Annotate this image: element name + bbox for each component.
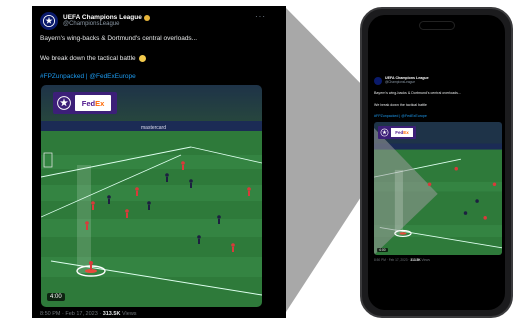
phone-notch (418, 21, 455, 30)
phone-screen: UEFA Champions League @ChampionsLeague B… (368, 15, 505, 310)
avatar[interactable] (374, 77, 382, 85)
starball-icon (57, 96, 71, 110)
sponsor-badge: Fed Ex (53, 92, 117, 114)
pitch-image (374, 122, 502, 255)
tweet-text-line1: Bayern's wing-backs & Dortmund's central… (40, 35, 198, 42)
starball-icon (380, 128, 389, 137)
tweet-hashtags[interactable]: #FPZunpacked | @FedExEurope (40, 73, 136, 80)
pitch-image: mastercard (41, 85, 262, 307)
starball-icon (42, 14, 56, 28)
tweet-text-line2: We break down the tactical battle (374, 103, 427, 107)
video-timer: 4:00 (377, 248, 388, 252)
account-name[interactable]: UEFA Champions League (63, 14, 150, 21)
tweet-card[interactable]: UEFA Champions League @ChampionsLeague ·… (32, 6, 286, 318)
phone-tweet-header: UEFA Champions League @ChampionsLeague (374, 77, 429, 85)
view-count: 313.5K (102, 311, 121, 317)
phone-mockup: UEFA Champions League @ChampionsLeague B… (360, 7, 513, 318)
video-player[interactable]: Fed Ex 4:00 (374, 122, 502, 255)
avatar[interactable] (40, 12, 58, 30)
video-player[interactable]: mastercard Fed Ex 4:00 (41, 85, 262, 307)
tweet-footer: 8:50 PM · Feb 17, 2023 · 313.5K Views (374, 258, 430, 262)
fedex-logo: Fed Ex (75, 95, 111, 111)
thinking-face-icon (138, 55, 146, 62)
sponsor-badge: Fed Ex (378, 126, 416, 139)
tweet-header: UEFA Champions League @ChampionsLeague (40, 12, 150, 30)
tweet-text-line2: We break down the tactical battle (40, 55, 146, 62)
video-timer: 4:00 (47, 293, 65, 301)
more-icon[interactable]: ··· (255, 12, 266, 21)
verified-badge-icon (143, 14, 150, 21)
tweet-hashtags[interactable]: #FPZunpacked | @FedExEurope (374, 114, 427, 118)
tweet-footer: 8:50 PM · Feb 17, 2023 · 313.5K Views (40, 311, 137, 317)
account-handle[interactable]: @ChampionsLeague (63, 21, 150, 28)
fedex-logo: Fed Ex (391, 128, 413, 137)
view-count: 313.5K (410, 258, 421, 262)
tweet-text-line1: Bayern's wing-backs & Dortmund's central… (374, 91, 461, 95)
svg-text:mastercard: mastercard (141, 125, 166, 131)
account-handle[interactable]: @ChampionsLeague (385, 80, 429, 84)
